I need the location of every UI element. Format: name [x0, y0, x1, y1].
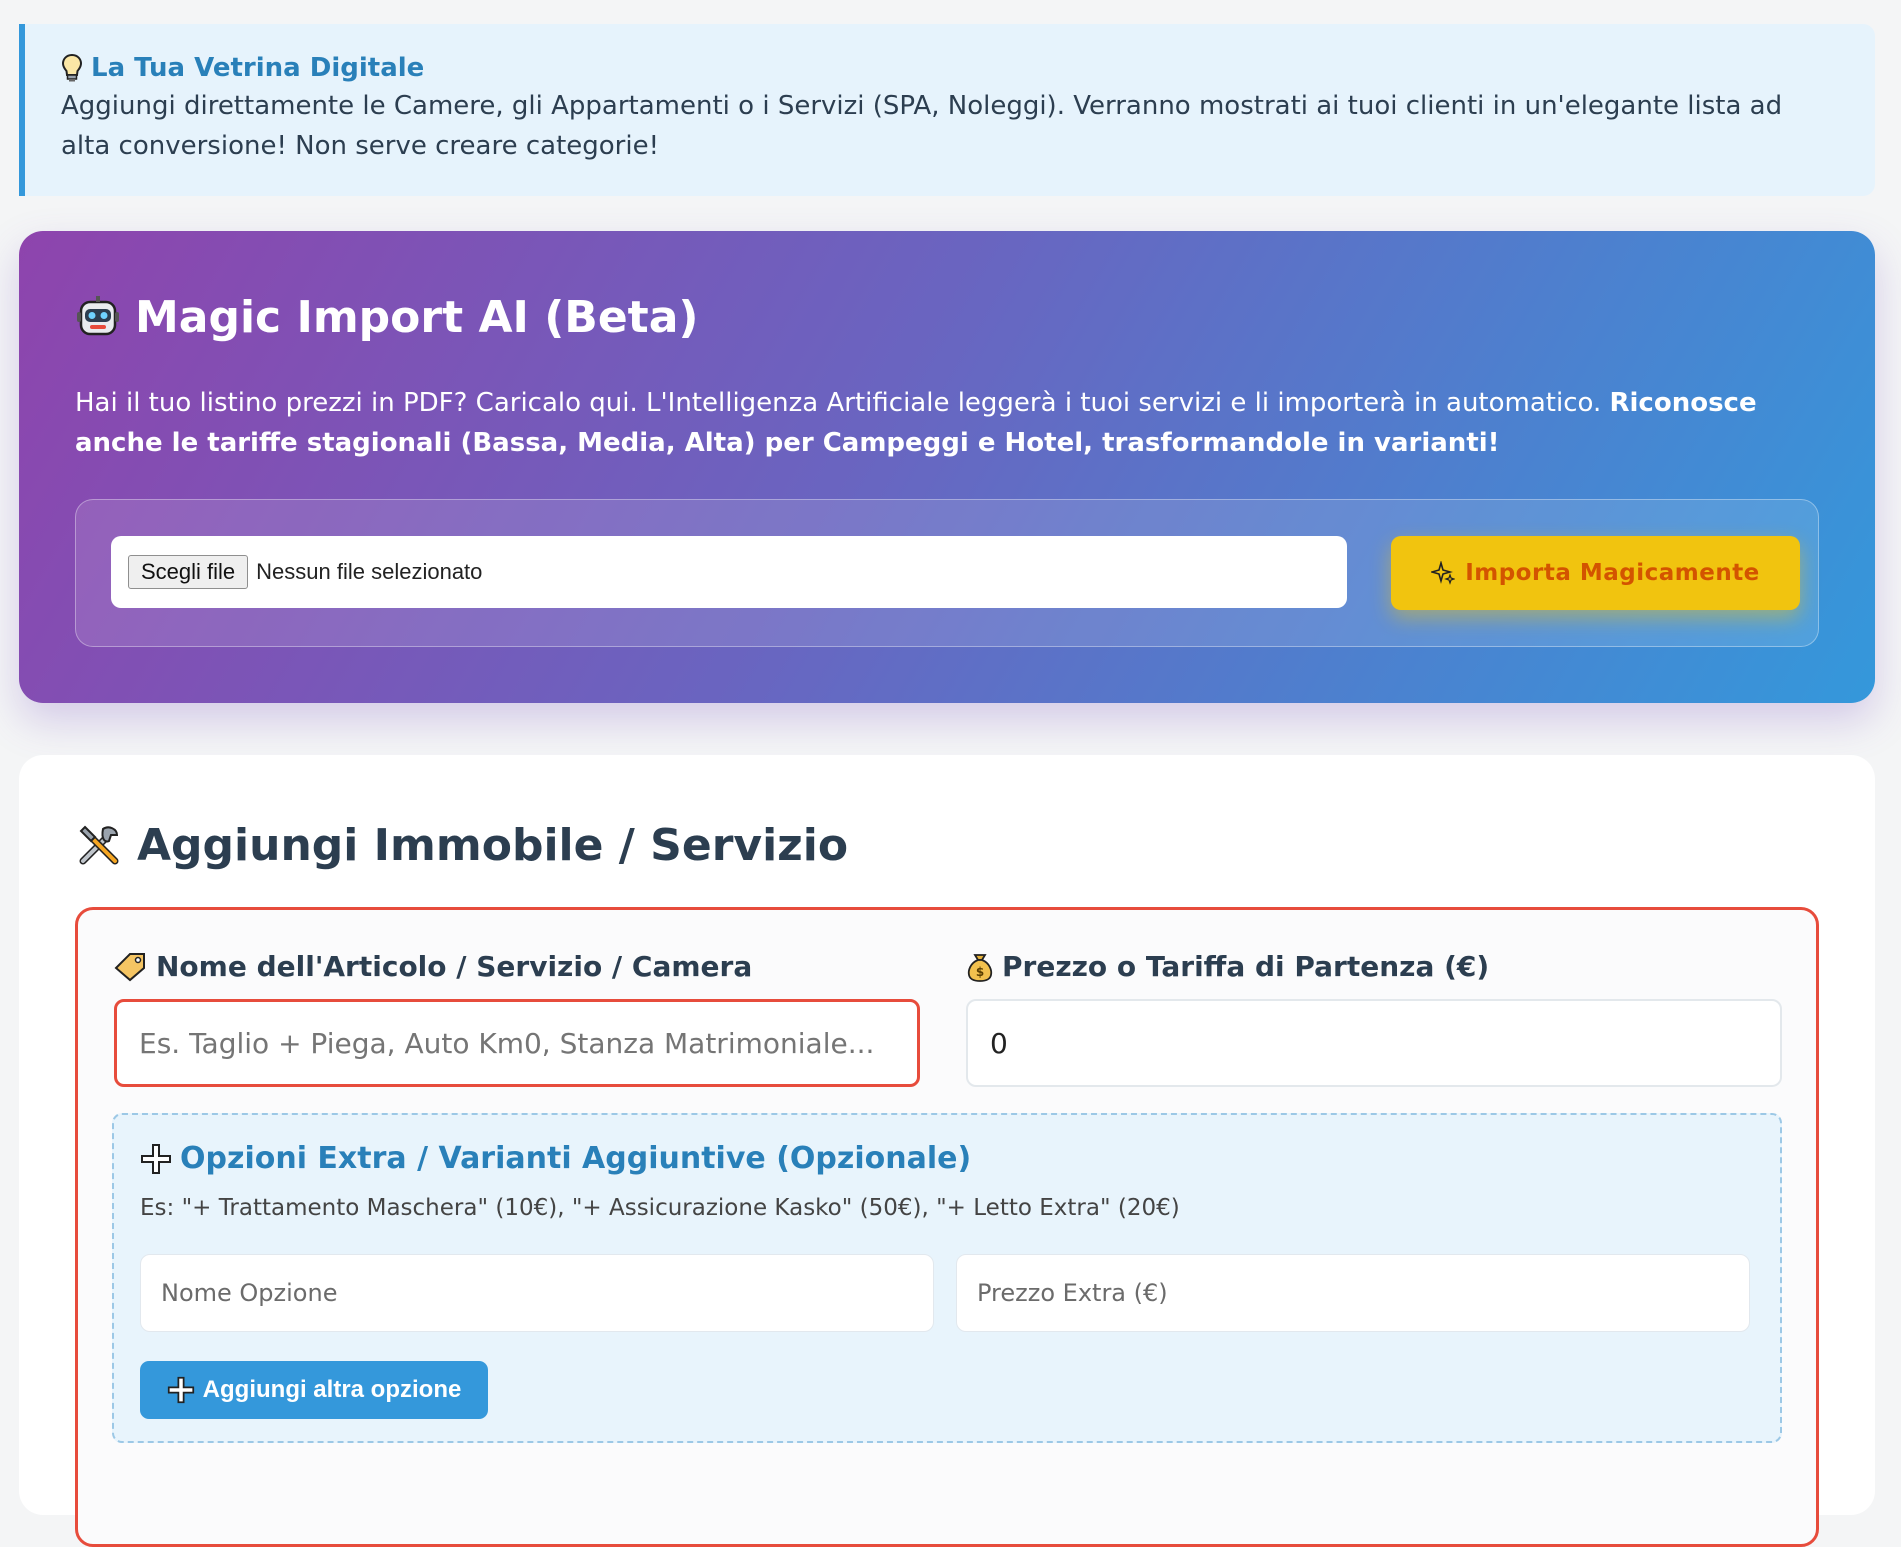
- plus-icon: [167, 1376, 194, 1404]
- add-item-heading: Aggiungi Immobile / Servizio: [75, 815, 1819, 875]
- item-name-input[interactable]: [114, 999, 920, 1087]
- option-price-input[interactable]: [956, 1254, 1750, 1332]
- info-banner: La Tua Vetrina Digitale Aggiungi diretta…: [19, 24, 1875, 196]
- tools-icon: [79, 825, 119, 865]
- item-name-label-row: Nome dell'Articolo / Servizio / Camera: [114, 950, 752, 983]
- info-banner-title-row: La Tua Vetrina Digitale: [61, 50, 1839, 86]
- add-option-button[interactable]: Aggiungi altra opzione: [140, 1361, 488, 1419]
- extra-options-hint: Es: "+ Trattamento Maschera" (10€), "+ A…: [140, 1195, 1180, 1221]
- info-banner-title: La Tua Vetrina Digitale: [91, 53, 425, 83]
- sparkles-icon: [1431, 561, 1456, 585]
- magic-import-description: Hai il tuo listino prezzi in PDF? Carica…: [75, 383, 1819, 463]
- plus-icon: [141, 1143, 171, 1174]
- robot-icon: [77, 296, 119, 336]
- import-magically-label: Importa Magicamente: [1465, 560, 1760, 586]
- add-option-label: Aggiungi altra opzione: [202, 1376, 462, 1403]
- add-item-card: Aggiungi Immobile / Servizio Nome dell'A…: [19, 755, 1875, 1547]
- choose-file-button[interactable]: Scegli file: [128, 555, 249, 589]
- item-name-label: Nome dell'Articolo / Servizio / Camera: [156, 950, 753, 983]
- extra-options-title: Opzioni Extra / Varianti Aggiuntive (Opz…: [180, 1141, 972, 1176]
- option-name-input[interactable]: [140, 1254, 934, 1332]
- magic-import-title: Magic Import AI (Beta): [135, 291, 699, 343]
- info-banner-text: Aggiungi direttamente le Camere, gli App…: [61, 91, 1783, 161]
- magic-import-heading: Magic Import AI (Beta): [75, 287, 1819, 347]
- price-label: Prezzo o Tariffa di Partenza (€): [1002, 950, 1490, 983]
- file-input[interactable]: Scegli file Nessun file selezionato: [111, 536, 1347, 608]
- magic-import-panel: Magic Import AI (Beta) Hai il tuo listin…: [19, 231, 1875, 703]
- magic-import-description-text: Hai il tuo listino prezzi in PDF? Carica…: [75, 388, 1610, 418]
- upload-area: Scegli file Nessun file selezionato Impo…: [75, 499, 1819, 647]
- add-item-title: Aggiungi Immobile / Servizio: [137, 819, 849, 871]
- extra-options-heading: Opzioni Extra / Varianti Aggiuntive (Opz…: [140, 1141, 971, 1176]
- file-status: Nessun file selezionato: [256, 559, 483, 584]
- tag-icon: [114, 952, 145, 981]
- extra-options-box: Opzioni Extra / Varianti Aggiuntive (Opz…: [112, 1113, 1782, 1443]
- import-magically-button[interactable]: Importa Magicamente: [1391, 536, 1800, 610]
- price-label-row: $ Prezzo o Tariffa di Partenza (€): [966, 950, 1489, 983]
- item-fields-box: Nome dell'Articolo / Servizio / Camera $…: [75, 907, 1819, 1547]
- money-bag-icon: $: [967, 953, 993, 982]
- lightbulb-icon: [61, 53, 83, 82]
- price-input[interactable]: [966, 999, 1782, 1087]
- svg-text:$: $: [976, 965, 984, 979]
